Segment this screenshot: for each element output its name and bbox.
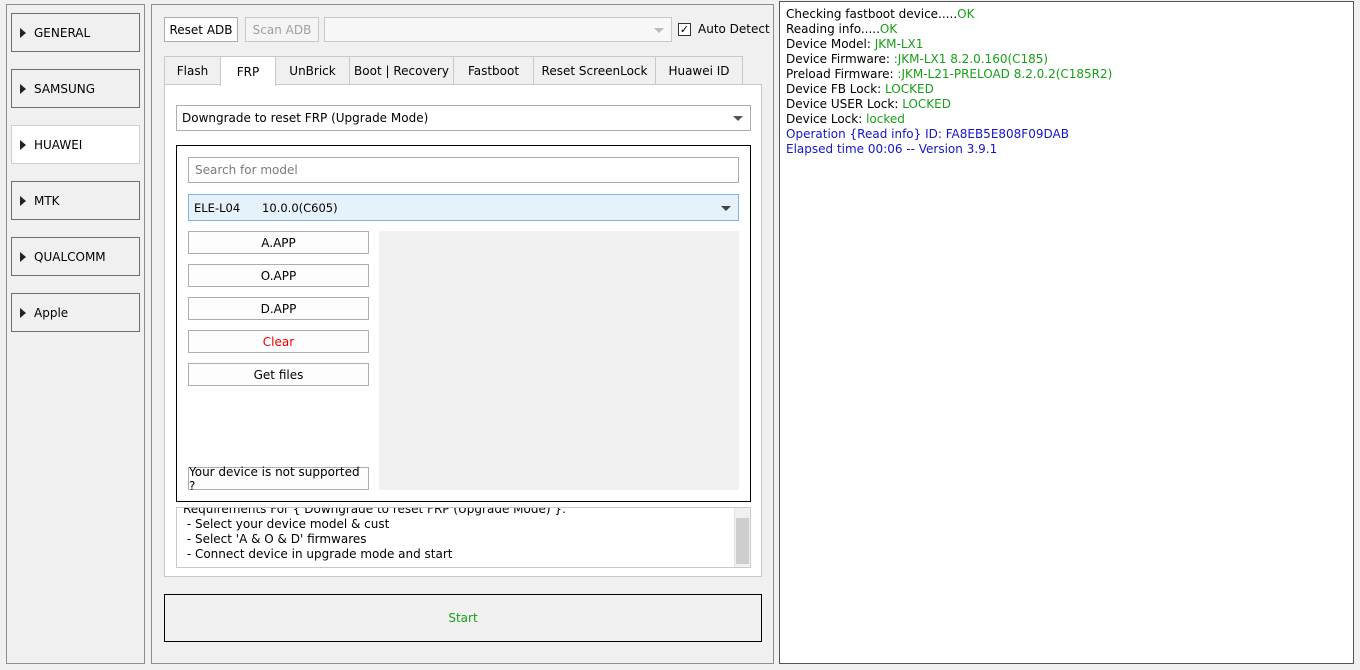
- sidebar-item-samsung[interactable]: SAMSUNG: [11, 69, 140, 108]
- model-search-input[interactable]: Search for model: [188, 157, 739, 183]
- expand-arrow-icon: [20, 83, 26, 94]
- auto-detect-label: Auto Detect: [698, 22, 770, 36]
- log-line: Device FB Lock: LOCKED: [786, 82, 1347, 97]
- checkmark-icon: ✓: [678, 22, 691, 36]
- model-select[interactable]: ELE-L04 10.0.0(C605): [188, 194, 739, 221]
- requirements-text: Requirements For { Downgrade to reset FR…: [183, 507, 567, 562]
- sidebar-item-general[interactable]: GENERAL: [11, 13, 140, 52]
- log-elapsed-time: Elapsed time 00:06 -- Version 3.9.1: [786, 142, 998, 156]
- log-label: Preload Firmware:: [786, 67, 898, 81]
- d-app-button[interactable]: D.APP: [188, 297, 369, 320]
- a-app-button[interactable]: A.APP: [188, 231, 369, 254]
- sidebar-item-label: HUAWEI: [34, 137, 83, 152]
- log-value: OK: [879, 22, 898, 36]
- log-value: JKM-LX1: [874, 37, 924, 51]
- requirements-line: - Select 'A & O & D' firmwares: [183, 532, 367, 546]
- tab-flash[interactable]: Flash: [164, 56, 221, 85]
- scrollbar-thumb[interactable]: [736, 518, 749, 564]
- log-label: Device Model:: [786, 37, 875, 51]
- sidebar-item-mtk[interactable]: MTK: [11, 181, 140, 220]
- model-group: Search for model ELE-L04 10.0.0(C605) A.…: [176, 145, 751, 502]
- log-line: Device USER Lock: LOCKED: [786, 97, 1347, 112]
- tab-huawei-id[interactable]: Huawei ID: [655, 56, 743, 85]
- expand-arrow-icon: [20, 251, 26, 262]
- expand-arrow-icon: [20, 139, 26, 150]
- scan-adb-button[interactable]: Scan ADB: [245, 17, 319, 42]
- sidebar-item-label: MTK: [34, 193, 60, 208]
- log-value: OK: [957, 7, 975, 21]
- device-not-supported-button[interactable]: Your device is not supported ?: [188, 465, 369, 493]
- log-label: Device Lock:: [786, 112, 867, 126]
- expand-arrow-icon: [20, 307, 26, 318]
- expand-arrow-icon: [20, 27, 26, 38]
- main-panel: Reset ADB Scan ADB ✓ Auto Detect Flash F…: [151, 4, 774, 664]
- auto-detect-checkbox[interactable]: ✓ Auto Detect: [678, 22, 770, 36]
- start-button[interactable]: Start: [164, 594, 762, 642]
- firmware-list-area: [379, 231, 739, 490]
- requirements-line: Requirements For { Downgrade to reset FR…: [183, 507, 567, 516]
- sidebar-item-huawei[interactable]: HUAWEI: [11, 125, 140, 164]
- chevron-down-icon: [733, 116, 743, 121]
- log-value: :JKM-L21-PRELOAD 8.2.0.2(C185R2): [897, 67, 1113, 81]
- frp-tab-content: Downgrade to reset FRP (Upgrade Mode) Se…: [164, 84, 762, 577]
- tab-unbrick[interactable]: UnBrick: [275, 56, 350, 85]
- o-app-button[interactable]: O.APP: [188, 264, 369, 287]
- log-value: :JKM-LX1 8.2.0.160(C185): [893, 52, 1049, 66]
- log-value: locked: [866, 112, 905, 126]
- log-operation-id: Operation {Read info} ID: FA8EB5E808F09D…: [786, 127, 1069, 141]
- operation-select-value: Downgrade to reset FRP (Upgrade Mode): [182, 111, 429, 125]
- model-select-value: ELE-L04 10.0.0(C605): [194, 200, 338, 215]
- tab-fastboot[interactable]: Fastboot: [453, 56, 534, 85]
- sidebar-item-label: QUALCOMM: [34, 249, 106, 264]
- log-panel: Checking fastboot device.....OK Reading …: [779, 1, 1354, 664]
- requirements-line: - Connect device in upgrade mode and sta…: [183, 547, 453, 561]
- tab-reset-screenlock[interactable]: Reset ScreenLock: [533, 56, 656, 85]
- log-label: Device Firmware:: [786, 52, 894, 66]
- sidebar-item-qualcomm[interactable]: QUALCOMM: [11, 237, 140, 276]
- sidebar-item-label: Apple: [34, 305, 69, 320]
- chevron-down-icon: [721, 205, 731, 211]
- log-line: Device Model: JKM-LX1: [786, 37, 1347, 52]
- reset-adb-button[interactable]: Reset ADB: [164, 17, 238, 42]
- sidebar-item-label: GENERAL: [34, 25, 91, 40]
- operation-select[interactable]: Downgrade to reset FRP (Upgrade Mode): [176, 105, 751, 131]
- get-files-button[interactable]: Get files: [188, 363, 369, 386]
- port-select[interactable]: [324, 17, 672, 42]
- sidebar-item-label: SAMSUNG: [34, 81, 96, 96]
- brand-sidebar: GENERAL SAMSUNG HUAWEI MTK QUALCOMM Appl…: [6, 4, 145, 664]
- log-value: LOCKED: [885, 82, 934, 96]
- tab-bar: Flash FRP UnBrick Boot | Recovery Fastbo…: [164, 56, 743, 86]
- clear-button[interactable]: Clear: [188, 330, 369, 353]
- log-line: Preload Firmware: :JKM-L21-PRELOAD 8.2.0…: [786, 67, 1347, 82]
- log-line: Device Lock: locked: [786, 112, 1347, 127]
- log-value: LOCKED: [902, 97, 951, 111]
- sidebar-item-apple[interactable]: Apple: [11, 293, 140, 332]
- requirements-line: - Select your device model & cust: [183, 517, 390, 531]
- log-line: Device Firmware: :JKM-LX1 8.2.0.160(C185…: [786, 52, 1347, 67]
- log-label: Device USER Lock:: [786, 97, 903, 111]
- log-label: Reading info.....: [786, 22, 880, 36]
- log-label: Device FB Lock:: [786, 82, 886, 96]
- chevron-down-icon: [654, 27, 664, 33]
- tab-frp[interactable]: FRP: [220, 56, 276, 86]
- requirements-scrollbar[interactable]: [734, 508, 750, 567]
- tab-boot-recovery[interactable]: Boot | Recovery: [349, 56, 454, 85]
- log-line: Reading info.....OK: [786, 22, 1347, 37]
- log-line: Checking fastboot device.....OK: [786, 7, 1347, 22]
- requirements-box: Requirements For { Downgrade to reset FR…: [176, 507, 751, 568]
- expand-arrow-icon: [20, 195, 26, 206]
- log-label: Checking fastboot device.....: [786, 7, 958, 21]
